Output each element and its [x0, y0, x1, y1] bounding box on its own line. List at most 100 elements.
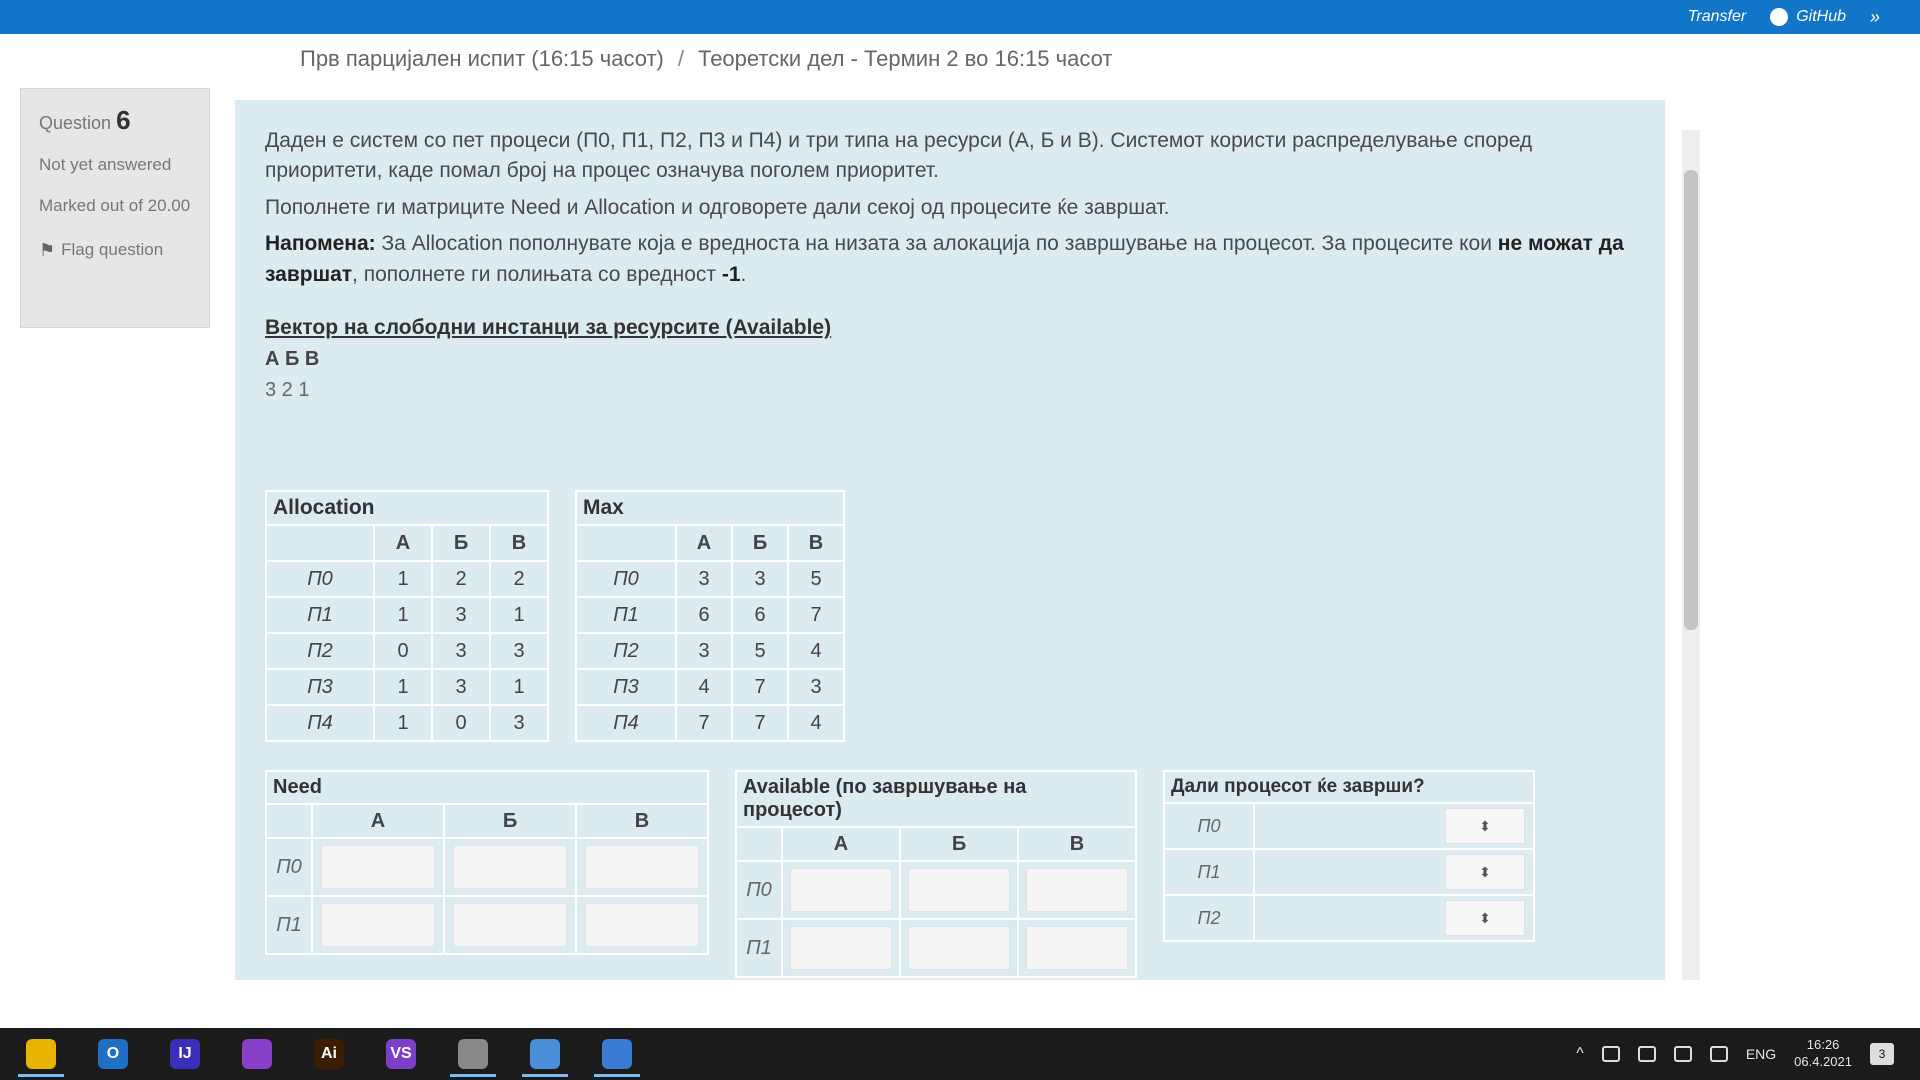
cell-value: 4	[787, 704, 845, 742]
notification-icon[interactable]: 3	[1870, 1043, 1894, 1065]
finish-table: Дали процесот ќе заврши? П0 ⬍ П1 ⬍ П2 ⬍	[1163, 770, 1535, 942]
row-label: П2	[1163, 894, 1255, 942]
row-label: П2	[265, 632, 375, 670]
row-label: П1	[265, 895, 313, 955]
wifi-icon[interactable]	[1673, 1046, 1692, 1062]
need-input[interactable]	[320, 845, 436, 889]
breadcrumb: Прв парцијален испит (16:15 часот) / Тео…	[300, 46, 1112, 72]
table-row: П2 3 5 4	[575, 632, 845, 670]
taskbar: O IJ Ai VS ^ ENG 16:26 06.4.2021 3	[0, 1028, 1920, 1080]
flag-question-button[interactable]: ⚑ Flag question	[39, 238, 191, 262]
need-input[interactable]	[320, 903, 436, 947]
taskbar-app[interactable]: VS	[370, 1031, 432, 1077]
finish-select[interactable]: ⬍	[1445, 900, 1525, 936]
clock[interactable]: 16:26 06.4.2021	[1794, 1037, 1852, 1071]
allocation-header: А	[373, 524, 433, 562]
breadcrumb-separator: /	[677, 46, 684, 71]
table-row: П2 0 3 3	[265, 632, 549, 670]
need-header: А	[311, 803, 445, 839]
taskbar-app[interactable]: Ai	[298, 1031, 360, 1077]
need-input[interactable]	[584, 903, 700, 947]
finish-caption: Дали процесот ќе заврши?	[1163, 770, 1535, 802]
taskbar-app[interactable]	[226, 1031, 288, 1077]
github-icon	[1770, 8, 1789, 26]
table-row: П4 1 0 3	[265, 704, 549, 742]
question-label: Question	[39, 113, 112, 133]
available-input[interactable]	[1025, 926, 1129, 970]
cell-value: 4	[675, 668, 733, 706]
bookmark-transfer[interactable]: Transfer	[1688, 8, 1746, 26]
taskbar-app[interactable]	[586, 1031, 648, 1077]
need-input[interactable]	[584, 845, 700, 889]
taskbar-app[interactable]	[442, 1031, 504, 1077]
calculator-icon	[602, 1039, 632, 1069]
outlook-icon: O	[98, 1039, 128, 1069]
select-arrows-icon: ⬍	[1479, 863, 1491, 880]
select-arrows-icon: ⬍	[1479, 817, 1491, 834]
breadcrumb-section[interactable]: Теоретски дел - Термин 2 во 16:15 часот	[698, 46, 1112, 72]
allocation-header: В	[489, 524, 549, 562]
allocation-caption: Allocation	[265, 490, 549, 524]
need-table: Need А Б В П0 П1	[265, 770, 709, 955]
cell-value: 7	[731, 704, 789, 742]
available-input[interactable]	[907, 868, 1011, 912]
need-input[interactable]	[452, 845, 568, 889]
scrollbar-thumb[interactable]	[1684, 170, 1698, 630]
show-hidden-icons-icon[interactable]: ^	[1576, 1045, 1584, 1063]
folder-icon[interactable]	[1637, 1046, 1656, 1062]
table-row: П4 7 7 4	[575, 704, 845, 742]
available-vector-title: Вектор на слободни инстанци за ресурсите…	[265, 316, 832, 340]
question-text: Даден е систем со пет процеси (П0, П1, П…	[265, 129, 1533, 183]
available-after-header: В	[1017, 826, 1137, 862]
cell-value: 1	[489, 668, 549, 706]
row-label: П4	[265, 704, 375, 742]
need-input[interactable]	[452, 903, 568, 947]
table-row: П0	[265, 837, 709, 897]
max-header: В	[787, 524, 845, 562]
available-vector-letters: А Б В	[265, 348, 320, 371]
max-caption: Max	[575, 490, 845, 524]
cell-value: 4	[787, 632, 845, 670]
question-number: Question 6	[39, 103, 191, 138]
taskbar-app[interactable]: IJ	[154, 1031, 216, 1077]
bookmark-github[interactable]: GitHub	[1770, 8, 1846, 26]
available-after-header: А	[781, 826, 901, 862]
cell-value: 2	[431, 560, 491, 598]
available-input[interactable]	[789, 926, 893, 970]
row-label: П3	[575, 668, 677, 706]
available-input[interactable]	[789, 868, 893, 912]
note-text: За Allocation пополнувате која е вреднос…	[375, 232, 1498, 256]
cell-value: 1	[373, 596, 433, 634]
given-matrices: Allocation А Б В П0 1 2 2 П1 1 3 1 П2 0 …	[265, 490, 845, 742]
note-value: -1	[721, 262, 741, 286]
page-scrollbar[interactable]	[1682, 130, 1700, 980]
volume-icon[interactable]	[1709, 1046, 1728, 1062]
row-label: П0	[265, 837, 313, 897]
need-header: Б	[443, 803, 577, 839]
finish-select[interactable]: ⬍	[1445, 808, 1525, 844]
breadcrumb-quiz[interactable]: Прв парцијален испит (16:15 часот)	[300, 46, 664, 72]
row-label: П2	[575, 632, 677, 670]
row-label: П0	[735, 860, 783, 920]
system-tray: ^ ENG 16:26 06.4.2021 3	[1576, 1037, 1920, 1071]
row-label: П0	[575, 560, 677, 598]
max-header: А	[675, 524, 733, 562]
row-label: П1	[575, 596, 677, 634]
language-indicator[interactable]: ENG	[1746, 1046, 1776, 1062]
available-input[interactable]	[907, 926, 1011, 970]
taskbar-app[interactable]	[514, 1031, 576, 1077]
taskbar-app[interactable]: O	[82, 1031, 144, 1077]
available-input[interactable]	[1025, 868, 1129, 912]
taskbar-app[interactable]	[10, 1031, 72, 1077]
finish-select[interactable]: ⬍	[1445, 854, 1525, 890]
cell-value: 3	[675, 632, 733, 670]
available-after-header: Б	[899, 826, 1019, 862]
table-row: П2 ⬍	[1163, 894, 1535, 942]
cell-value: 5	[731, 632, 789, 670]
cell-value: 3	[489, 704, 549, 742]
note-period: .	[740, 262, 747, 286]
more-bookmarks-icon[interactable]: »	[1870, 7, 1880, 28]
cell-value: 3	[787, 668, 845, 706]
network-icon[interactable]	[1601, 1046, 1620, 1062]
row-label: П1	[1163, 848, 1255, 896]
